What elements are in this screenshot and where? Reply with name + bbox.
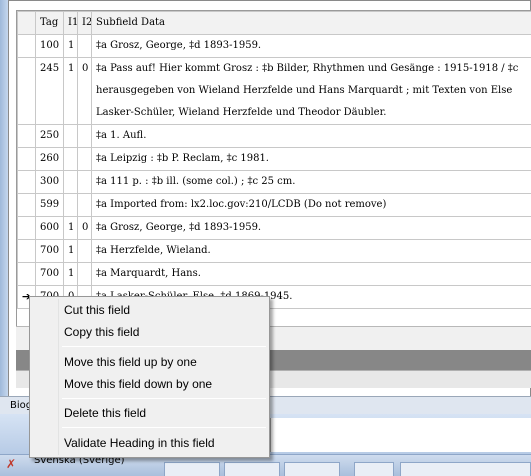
taskbar-button[interactable] — [354, 462, 394, 476]
taskbar-button[interactable] — [164, 462, 220, 476]
table-row[interactable]: 100 1 ‡a Grosz, George, ‡d 1893-1959. — [17, 34, 531, 58]
indicator2-cell[interactable] — [77, 34, 92, 58]
indicator2-cell[interactable] — [77, 262, 92, 286]
tag-cell[interactable]: 260 — [35, 147, 64, 171]
column-header-subfield-data[interactable]: Subfield Data — [91, 11, 531, 35]
context-menu: Cut this field Copy this field Move this… — [29, 296, 270, 458]
indicator2-cell[interactable]: 0 — [77, 216, 92, 240]
tag-cell[interactable]: 300 — [35, 170, 64, 194]
column-header-selector — [17, 11, 36, 35]
taskbar-button[interactable] — [400, 462, 531, 476]
subfield-data-cell[interactable]: ‡a Herzfelde, Wieland. — [91, 239, 531, 263]
tag-cell[interactable]: 700 — [35, 262, 64, 286]
row-selector[interactable] — [17, 57, 36, 125]
indicator2-cell[interactable] — [77, 124, 92, 148]
menu-item-move-down[interactable]: Move this field down by one — [32, 373, 267, 395]
row-selector[interactable] — [17, 262, 36, 286]
indicator1-cell[interactable]: 1 — [63, 57, 78, 125]
table-row[interactable]: 600 1 0 ‡a Grosz, George, ‡d 1893-1959. — [17, 216, 531, 240]
menu-separator — [62, 427, 266, 428]
menu-separator — [62, 398, 266, 399]
row-selector[interactable] — [17, 193, 36, 217]
indicator1-cell[interactable] — [63, 147, 78, 171]
row-selector[interactable] — [17, 34, 36, 58]
menu-item-move-up[interactable]: Move this field up by one — [32, 351, 267, 373]
tag-cell[interactable]: 245 — [35, 57, 64, 125]
tag-cell[interactable]: 250 — [35, 124, 64, 148]
table-header-row: Tag I1 I2 Subfield Data — [17, 11, 531, 35]
table-row[interactable]: 260 ‡a Leipzig : ‡b P. Reclam, ‡c 1981. — [17, 147, 531, 171]
subfield-data-cell[interactable]: ‡a Leipzig : ‡b P. Reclam, ‡c 1981. — [91, 147, 531, 171]
tag-cell[interactable]: 600 — [35, 216, 64, 240]
indicator2-cell[interactable] — [77, 170, 92, 194]
subfield-data-cell[interactable]: ‡a Pass auf! Hier kommt Grosz : ‡b Bilde… — [91, 57, 531, 125]
indicator1-cell[interactable] — [63, 193, 78, 217]
marc-field-grid[interactable]: Tag I1 I2 Subfield Data 100 1 ‡a Grosz, … — [16, 10, 531, 326]
indicator2-cell[interactable] — [77, 147, 92, 171]
table-row[interactable]: 599 ‡a Imported from: lx2.loc.gov:210/LC… — [17, 193, 531, 217]
table-row[interactable]: 700 1 ‡a Marquardt, Hans. — [17, 262, 531, 286]
menu-item-copy-field[interactable]: Copy this field — [32, 321, 267, 343]
subfield-data-cell[interactable]: ‡a Imported from: lx2.loc.gov:210/LCDB (… — [91, 193, 531, 217]
row-selector[interactable] — [17, 147, 36, 171]
tag-cell[interactable]: 100 — [35, 34, 64, 58]
indicator2-cell[interactable]: 0 — [77, 57, 92, 125]
tag-cell[interactable]: 599 — [35, 193, 64, 217]
subfield-data-cell[interactable]: ‡a Grosz, George, ‡d 1893-1959. — [91, 216, 531, 240]
row-selector[interactable] — [17, 216, 36, 240]
subfield-data-cell[interactable]: ‡a Grosz, George, ‡d 1893-1959. — [91, 34, 531, 58]
table-row[interactable]: 700 1 ‡a Herzfelde, Wieland. — [17, 239, 531, 263]
indicator1-cell[interactable]: 1 — [63, 216, 78, 240]
indicator1-cell[interactable]: 1 — [63, 262, 78, 286]
table-row[interactable]: 245 1 0 ‡a Pass auf! Hier kommt Grosz : … — [17, 57, 531, 125]
subfield-data-cell[interactable]: ‡a Marquardt, Hans. — [91, 262, 531, 286]
indicator1-cell[interactable] — [63, 170, 78, 194]
column-header-tag[interactable]: Tag — [35, 11, 64, 35]
subfield-data-cell[interactable]: ‡a 111 p. : ‡b ill. (some col.) ; ‡c 25 … — [91, 170, 531, 194]
table-row[interactable]: 250 ‡a 1. Aufl. — [17, 124, 531, 148]
row-selector[interactable] — [17, 170, 36, 194]
menu-item-cut-field[interactable]: Cut this field — [32, 299, 267, 321]
row-selector[interactable] — [17, 239, 36, 263]
marc-table: Tag I1 I2 Subfield Data 100 1 ‡a Grosz, … — [17, 11, 531, 309]
indicator2-cell[interactable] — [77, 239, 92, 263]
subfield-data-cell[interactable]: ‡a 1. Aufl. — [91, 124, 531, 148]
indicator1-cell[interactable]: 1 — [63, 239, 78, 263]
menu-item-validate-heading[interactable]: Validate Heading in this field — [32, 432, 267, 454]
column-header-i2[interactable]: I2 — [77, 11, 92, 35]
menu-separator — [62, 346, 266, 347]
tag-cell[interactable]: 700 — [35, 239, 64, 263]
indicator1-cell[interactable] — [63, 124, 78, 148]
column-header-i1[interactable]: I1 — [63, 11, 78, 35]
taskbar-button[interactable] — [284, 462, 340, 476]
lower-editor-area[interactable] — [270, 418, 531, 452]
taskbar-button[interactable] — [224, 462, 280, 476]
indicator2-cell[interactable] — [77, 193, 92, 217]
table-row[interactable]: 300 ‡a 111 p. : ‡b ill. (some col.) ; ‡c… — [17, 170, 531, 194]
indicator1-cell[interactable]: 1 — [63, 34, 78, 58]
left-window-frame — [0, 0, 8, 400]
menu-item-delete-field[interactable]: Delete this field — [32, 402, 267, 424]
row-selector[interactable] — [17, 124, 36, 148]
language-flag-icon[interactable]: ✗ — [6, 457, 22, 471]
